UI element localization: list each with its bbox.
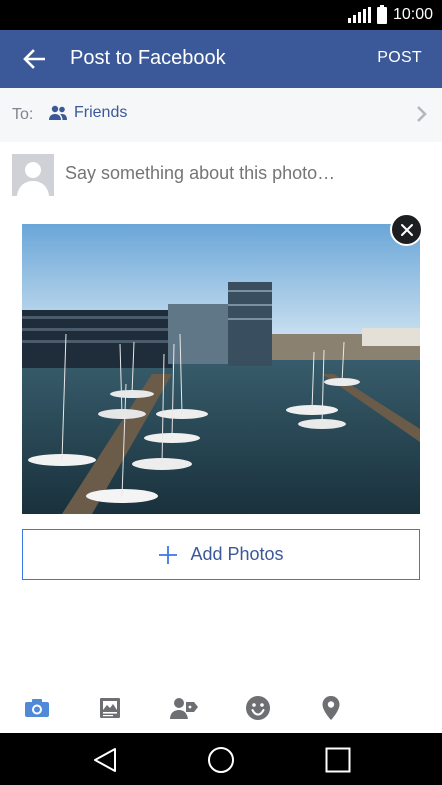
feeling-button[interactable] [242, 692, 274, 724]
nav-home-button[interactable] [206, 745, 236, 775]
location-icon [322, 696, 340, 720]
add-photos-button[interactable]: Add Photos [22, 529, 420, 580]
plus-icon [159, 545, 178, 564]
feeling-icon [246, 696, 270, 720]
page-title: Post to Facebook [70, 47, 226, 69]
battery-icon [376, 4, 387, 24]
to-label: To: [12, 106, 34, 123]
audience-row[interactable]: To: Friends [0, 88, 442, 142]
status-text-input[interactable] [65, 163, 425, 184]
triangle-back-icon [94, 748, 116, 772]
nav-recents-button[interactable] [323, 745, 353, 775]
back-button[interactable] [18, 44, 50, 74]
navigation-bar [0, 733, 442, 785]
arrow-left-icon [23, 49, 45, 69]
square-recents-icon [325, 747, 351, 773]
signal-icon [347, 7, 371, 23]
photo-album-button[interactable] [94, 692, 126, 724]
attached-photo [22, 224, 420, 514]
status-time: 10:00 [392, 6, 433, 23]
location-button[interactable] [315, 692, 347, 724]
chevron-right-icon[interactable] [416, 105, 428, 128]
default-avatar-icon [12, 154, 54, 196]
friends-icon [49, 105, 67, 120]
audience-selector[interactable]: Friends [48, 104, 127, 122]
photo-album-icon [100, 698, 120, 718]
nav-back-button[interactable] [90, 745, 120, 775]
status-bar: 10:00 [0, 0, 442, 30]
camera-icon [25, 699, 49, 717]
app-bar: Post to Facebook POST [0, 30, 442, 88]
composer-toolbar [0, 686, 442, 730]
status-icons: 10:00 [347, 4, 433, 25]
camera-button[interactable] [21, 692, 53, 724]
circle-home-icon [208, 747, 234, 773]
close-icon [400, 223, 413, 236]
add-photos-label: Add Photos [190, 544, 284, 564]
tag-people-button[interactable] [168, 692, 200, 724]
avatar [12, 154, 54, 196]
post-button[interactable]: POST [377, 49, 422, 67]
audience-value: Friends [74, 104, 128, 121]
tag-people-icon [170, 698, 198, 719]
remove-photo-button[interactable] [390, 213, 423, 246]
